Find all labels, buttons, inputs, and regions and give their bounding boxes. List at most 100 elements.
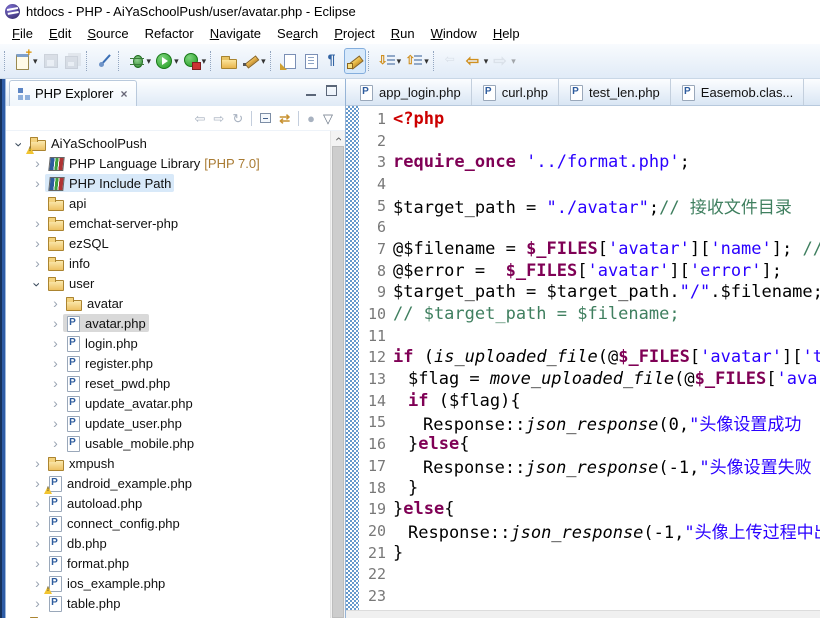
- tree-item-aiyaschoolpush[interactable]: ›AiYaSchoolPush: [6, 133, 330, 154]
- skip-breakpoints-button[interactable]: [94, 48, 116, 74]
- tree-item-db-php[interactable]: › db.php: [6, 533, 330, 553]
- dropdown-arrow-icon[interactable]: ▾: [147, 56, 152, 67]
- chevron-collapsed-icon[interactable]: ›: [30, 495, 45, 511]
- chevron-collapsed-icon[interactable]: ›: [30, 515, 45, 531]
- tree-item-format-php[interactable]: › format.php: [6, 553, 330, 573]
- scrollbar-thumb[interactable]: [332, 146, 344, 618]
- close-view-icon[interactable]: ×: [121, 87, 128, 101]
- menu-search[interactable]: Search: [269, 24, 326, 43]
- dropdown-arrow-icon[interactable]: ▾: [511, 56, 516, 67]
- chevron-collapsed-icon[interactable]: ›: [48, 315, 63, 331]
- chevron-collapsed-icon[interactable]: ›: [30, 255, 45, 271]
- mark-occurrences-button[interactable]: [343, 48, 366, 74]
- menu-help[interactable]: Help: [485, 24, 528, 43]
- show-source-button[interactable]: [300, 48, 322, 74]
- chevron-collapsed-icon[interactable]: ›: [30, 475, 45, 491]
- menu-edit[interactable]: Edit: [41, 24, 79, 43]
- editor-tab-app-login-php[interactable]: app_login.php: [349, 79, 472, 105]
- explorer-vertical-scrollbar[interactable]: ›: [330, 131, 345, 618]
- chevron-collapsed-icon[interactable]: ›: [48, 395, 63, 411]
- chevron-collapsed-icon[interactable]: ›: [30, 555, 45, 571]
- menu-window[interactable]: Window: [423, 24, 485, 43]
- back-button[interactable]: ▾: [463, 48, 491, 74]
- view-menu-icon[interactable]: ▽: [323, 112, 333, 125]
- editor-tab-test-len-php[interactable]: test_len.php: [559, 79, 671, 105]
- tree-item-api[interactable]: api: [6, 193, 330, 213]
- tree-item-info[interactable]: › info: [6, 253, 330, 273]
- tree-item-emchat-server-php[interactable]: › emchat-server-php: [6, 213, 330, 233]
- tree-item-ezsql[interactable]: › ezSQL: [6, 233, 330, 253]
- maximize-view-icon[interactable]: [326, 85, 337, 96]
- save-button[interactable]: [40, 48, 62, 74]
- chevron-collapsed-icon[interactable]: ›: [30, 235, 45, 251]
- menu-run[interactable]: Run: [383, 24, 423, 43]
- chevron-collapsed-icon[interactable]: ›: [48, 355, 63, 371]
- dropdown-arrow-icon[interactable]: ▾: [261, 56, 266, 67]
- chevron-collapsed-icon[interactable]: ›: [30, 455, 45, 471]
- tree-item-usable-mobile-php[interactable]: › usable_mobile.php: [6, 433, 330, 453]
- chevron-collapsed-icon[interactable]: ›: [30, 215, 45, 231]
- tree-item-reset-pwd-php[interactable]: › reset_pwd.php: [6, 373, 330, 393]
- tree-item-autoload-php[interactable]: › autoload.php: [6, 493, 330, 513]
- debug-button[interactable]: ▾: [126, 48, 154, 74]
- tree-item-update-avatar-php[interactable]: › update_avatar.php: [6, 393, 330, 413]
- run-button[interactable]: ▾: [153, 48, 181, 74]
- chevron-collapsed-icon[interactable]: ›: [48, 335, 63, 351]
- forward-icon[interactable]: ⇨: [213, 112, 224, 125]
- link-with-editor-icon[interactable]: ⇄: [279, 112, 290, 125]
- collapse-all-icon[interactable]: [260, 113, 272, 123]
- tree-item-ios-example-php[interactable]: › ios_example.php: [6, 573, 330, 594]
- tree-item-xmpush[interactable]: › xmpush: [6, 453, 330, 473]
- editor-horizontal-scrollbar[interactable]: [346, 610, 820, 618]
- tree-item-php-language-library[interactable]: › PHP Language Library [PHP 7.0]: [6, 153, 330, 173]
- dropdown-arrow-icon[interactable]: ▾: [174, 56, 179, 67]
- open-folder-button[interactable]: [218, 48, 240, 74]
- tree-item-item[interactable]: ›: [6, 613, 330, 618]
- tree-item-avatar[interactable]: › avatar: [6, 293, 330, 313]
- filters-icon[interactable]: ●: [307, 112, 315, 125]
- back-icon[interactable]: ⇦: [195, 112, 206, 125]
- editor-tab-easemob-clas[interactable]: Easemob.clas...: [671, 79, 805, 105]
- refresh-icon[interactable]: ↻: [232, 112, 243, 125]
- dropdown-arrow-icon[interactable]: ▾: [424, 56, 429, 67]
- last-edit-location-button[interactable]: [278, 48, 300, 74]
- tree-item-php-include-path[interactable]: › PHP Include Path: [6, 173, 330, 193]
- next-annotation-button[interactable]: ▾: [376, 48, 404, 74]
- chevron-collapsed-icon[interactable]: ›: [48, 415, 63, 431]
- chevron-collapsed-icon[interactable]: ›: [30, 175, 45, 191]
- menu-project[interactable]: Project: [326, 24, 382, 43]
- minimize-view-icon[interactable]: [306, 85, 316, 96]
- editor-tab-curl-php[interactable]: curl.php: [472, 79, 559, 105]
- chevron-collapsed-icon[interactable]: ›: [30, 155, 45, 171]
- tree-item-register-php[interactable]: › register.php: [6, 353, 330, 373]
- previous-annotation-button[interactable]: ▾: [403, 48, 431, 74]
- chevron-expanded-icon[interactable]: ›: [30, 277, 46, 292]
- menu-navigate[interactable]: Navigate: [202, 24, 269, 43]
- tree-item-user[interactable]: › user: [6, 273, 330, 293]
- annotation-ruler[interactable]: [346, 106, 359, 610]
- chevron-collapsed-icon[interactable]: ›: [30, 595, 45, 611]
- chevron-collapsed-icon[interactable]: ›: [48, 375, 63, 391]
- code-editor[interactable]: 1 <?php 2 3 require_once '../format.php'; 4 5 $…: [346, 106, 820, 610]
- tree-item-login-php[interactable]: › login.php: [6, 333, 330, 353]
- chevron-collapsed-icon[interactable]: ›: [48, 435, 63, 451]
- tree-item-update-user-php[interactable]: › update_user.php: [6, 413, 330, 433]
- php-explorer-tab[interactable]: PHP Explorer ×: [9, 80, 137, 106]
- back-small-button[interactable]: [441, 48, 463, 74]
- chevron-collapsed-icon[interactable]: ›: [48, 295, 63, 311]
- scrollbar-up-icon[interactable]: ›: [331, 131, 345, 146]
- forward-button[interactable]: ▾: [490, 48, 518, 74]
- dropdown-arrow-icon[interactable]: ▾: [397, 56, 402, 67]
- dropdown-arrow-icon[interactable]: ▾: [202, 56, 207, 67]
- chevron-collapsed-icon[interactable]: ›: [30, 575, 45, 591]
- menu-file[interactable]: File: [4, 24, 41, 43]
- tree-item-connect-config-php[interactable]: › connect_config.php: [6, 513, 330, 533]
- dropdown-arrow-icon[interactable]: ▾: [484, 56, 489, 67]
- new-wizard-button[interactable]: ▾: [12, 47, 40, 74]
- tree-item-android-example-php[interactable]: › android_example.php: [6, 473, 330, 494]
- show-whitespace-button[interactable]: [322, 48, 344, 74]
- save-all-button[interactable]: [62, 48, 84, 74]
- menu-refactor[interactable]: Refactor: [137, 24, 202, 43]
- external-tools-button[interactable]: ▾: [181, 48, 209, 74]
- search-pen-button[interactable]: ▾: [240, 48, 268, 74]
